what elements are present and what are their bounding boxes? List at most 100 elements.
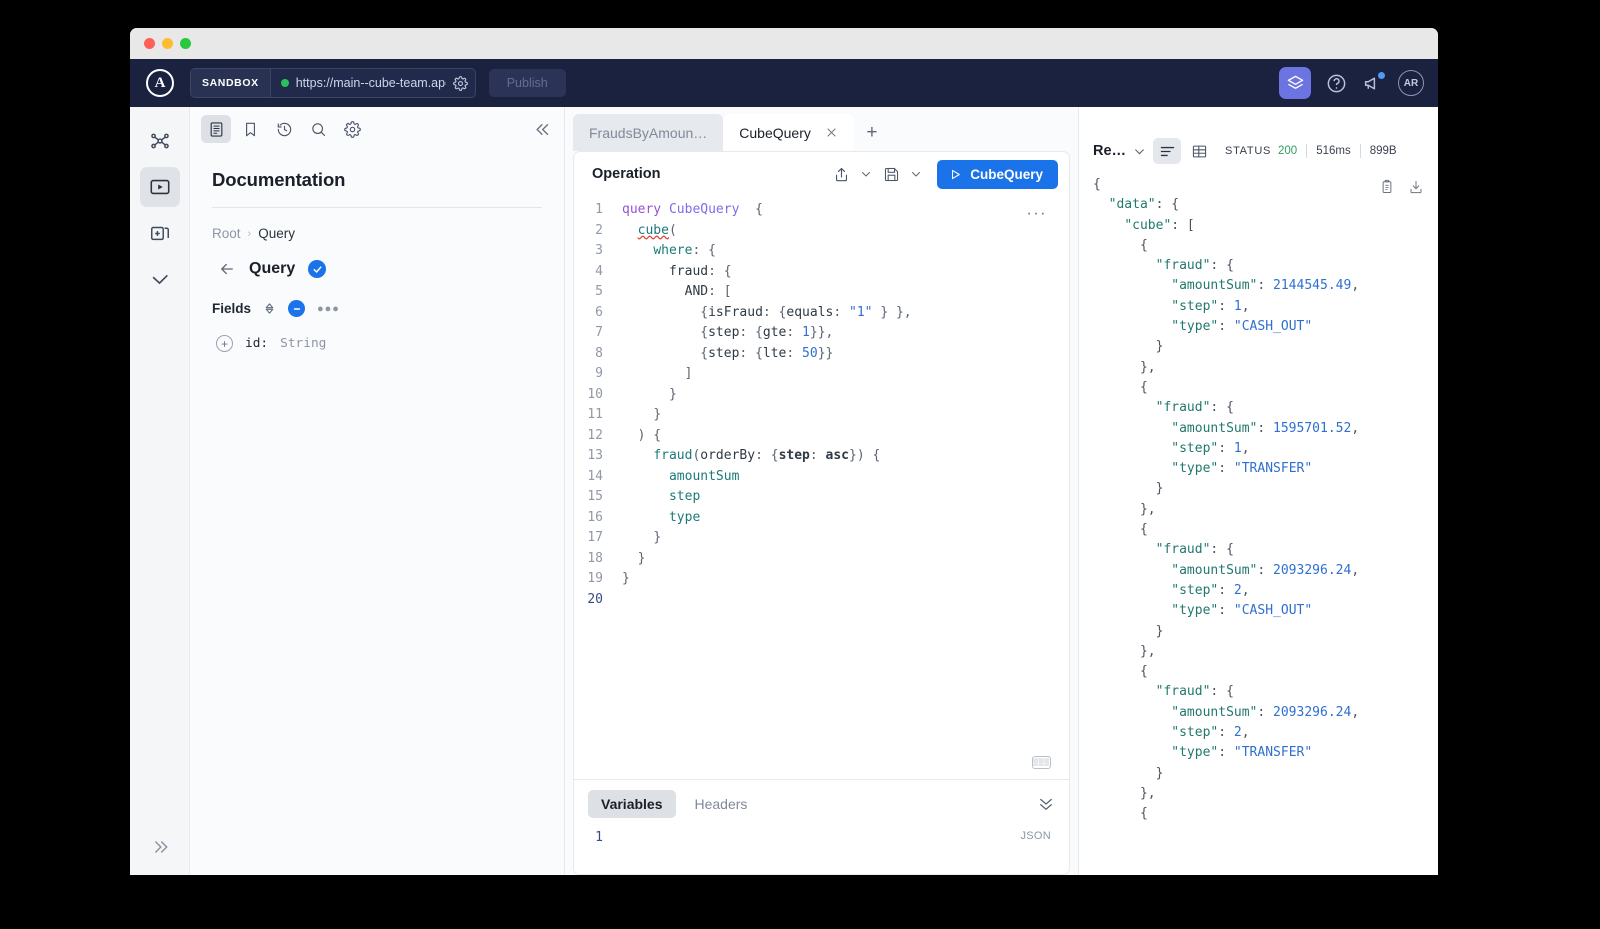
- divider: [212, 207, 542, 208]
- response-title: Re…: [1093, 143, 1127, 159]
- search-icon[interactable]: [303, 115, 333, 143]
- code-line: 4 fraud: {: [574, 262, 1069, 283]
- chevron-down-icon[interactable]: [1130, 145, 1149, 158]
- floppy-disk-icon[interactable]: [878, 161, 904, 187]
- window-maximize-button[interactable]: [180, 38, 191, 49]
- apollo-logo[interactable]: A: [130, 59, 190, 107]
- tab-headers[interactable]: Headers: [682, 790, 761, 818]
- line-number: 12: [587, 427, 603, 443]
- download-icon[interactable]: [1408, 179, 1424, 195]
- new-tab-button[interactable]: +: [854, 114, 890, 151]
- connection-status-icon: [280, 79, 289, 87]
- editor-wrap: Operation CubeQuery ··· 1 query CubeQuer…: [565, 151, 1078, 875]
- history-icon[interactable]: [269, 115, 299, 143]
- window-close-button[interactable]: [144, 38, 155, 49]
- line-number: 2: [595, 222, 603, 238]
- json-line: }: [1155, 481, 1164, 497]
- code-line: 7 {step: {gte: 1}},: [574, 323, 1069, 344]
- response-panel: Re… STATUS 200 516ms 899B {"data": {"c…: [1078, 107, 1438, 875]
- list-item[interactable]: + id: String: [212, 335, 542, 352]
- line-number: 9: [595, 366, 603, 381]
- tab-fraudsbyamount[interactable]: FraudsByAmoun…: [573, 114, 724, 151]
- line-number: 20: [587, 591, 603, 607]
- code-line: 11 }: [574, 405, 1069, 426]
- sidebar-item-explorer[interactable]: [139, 167, 180, 207]
- field-type: String: [280, 336, 327, 351]
- code-line: 9 ]: [574, 364, 1069, 385]
- line-number: 16: [587, 509, 603, 525]
- document-icon[interactable]: [201, 115, 231, 143]
- code-text: }: [653, 407, 662, 422]
- code-text: }: [653, 530, 662, 545]
- code-line: 2 cube(: [574, 221, 1069, 242]
- cube-icon[interactable]: [1279, 67, 1311, 99]
- json-line: "type": "TRANSFER": [1171, 745, 1313, 761]
- line-number: 19: [587, 571, 603, 586]
- code-line: 16 type: [574, 508, 1069, 529]
- chevron-double-down-icon[interactable]: [1037, 795, 1055, 813]
- bookmark-icon[interactable]: [235, 115, 265, 143]
- line-number: 11: [587, 407, 603, 422]
- ellipsis-icon[interactable]: ···: [1027, 205, 1047, 223]
- code-line: 5 AND: [: [574, 282, 1069, 303]
- response-body[interactable]: { "data": { "cube": [ { "fraud": { "amou…: [1079, 173, 1438, 875]
- response-header: Re… STATUS 200 516ms 899B: [1079, 129, 1438, 173]
- arrow-left-icon[interactable]: [218, 260, 236, 278]
- graphql-code-editor[interactable]: ··· 1 query CubeQuery {2 cube(3 where: {4…: [574, 196, 1069, 779]
- endpoint-bar: SANDBOX https://main--cube-team.apol: [190, 68, 476, 98]
- sort-icon[interactable]: [263, 302, 276, 315]
- json-line: "type": "CASH_OUT": [1171, 603, 1313, 619]
- gear-icon[interactable]: [337, 115, 367, 143]
- publish-button[interactable]: Publish: [488, 69, 566, 97]
- endpoint-url-field[interactable]: https://main--cube-team.apol: [271, 69, 475, 97]
- code-line: 18 }: [574, 549, 1069, 570]
- tab-variables[interactable]: Variables: [588, 790, 676, 818]
- app-header: A SANDBOX https://main--cube-team.apol P…: [130, 59, 1438, 107]
- code-line: 1 query CubeQuery {: [574, 200, 1069, 221]
- avatar[interactable]: AR: [1398, 70, 1424, 96]
- breadcrumb: Root › Query: [212, 226, 542, 241]
- operation-header: Operation CubeQuery: [574, 152, 1069, 196]
- response-size: 899B: [1369, 145, 1397, 157]
- table-icon[interactable]: [1185, 138, 1213, 164]
- chevron-down-icon[interactable]: [857, 168, 875, 180]
- line-number: 10: [587, 386, 603, 402]
- megaphone-icon[interactable]: [1361, 71, 1386, 95]
- notification-badge: [1377, 71, 1386, 80]
- operation-tabs: FraudsByAmoun… CubeQuery +: [565, 107, 1078, 151]
- code-text: type: [668, 509, 701, 525]
- operation-actions: CubeQuery: [828, 159, 1058, 189]
- window-minimize-button[interactable]: [162, 38, 173, 49]
- code-line: 15 step: [574, 487, 1069, 508]
- tab-cubequery[interactable]: CubeQuery: [723, 114, 854, 151]
- code-text: cube(: [637, 222, 677, 238]
- share-icon[interactable]: [828, 161, 854, 187]
- chevron-double-right-icon[interactable]: [150, 837, 170, 857]
- sidebar-item-schema[interactable]: [140, 121, 180, 161]
- check-circle-icon: [308, 260, 327, 278]
- json-line: "type": "TRANSFER": [1171, 461, 1313, 477]
- chevron-down-icon[interactable]: [907, 168, 925, 180]
- close-icon[interactable]: [825, 126, 838, 139]
- json-line: "fraud": {: [1155, 258, 1234, 274]
- ellipsis-icon[interactable]: ●●●: [317, 303, 340, 315]
- divider: [1359, 144, 1361, 158]
- sidebar-item-checks[interactable]: [140, 259, 180, 299]
- lines-icon[interactable]: [1153, 138, 1182, 164]
- help-circle-icon[interactable]: [1324, 71, 1348, 95]
- line-number: 6: [595, 304, 603, 320]
- breadcrumb-root[interactable]: Root: [212, 226, 241, 241]
- sidebar-item-changelog[interactable]: [140, 213, 180, 253]
- chevron-double-left-icon[interactable]: [534, 120, 553, 139]
- tab-label: FraudsByAmoun…: [589, 124, 708, 141]
- minus-circle-icon[interactable]: [288, 300, 306, 317]
- json-line: "amountSum": 2144545.49,: [1171, 278, 1360, 294]
- gear-icon[interactable]: [452, 75, 468, 91]
- variables-editor[interactable]: 1 JSON: [574, 828, 1069, 874]
- code-text: {isFraud: {equals: "1" } },: [700, 304, 912, 320]
- keyboard-icon[interactable]: ▒▒▒: [1032, 756, 1051, 769]
- line-number: 13: [587, 448, 603, 463]
- run-operation-button[interactable]: CubeQuery: [937, 159, 1058, 189]
- clipboard-icon[interactable]: [1379, 179, 1395, 195]
- plus-circle-icon[interactable]: +: [216, 335, 233, 352]
